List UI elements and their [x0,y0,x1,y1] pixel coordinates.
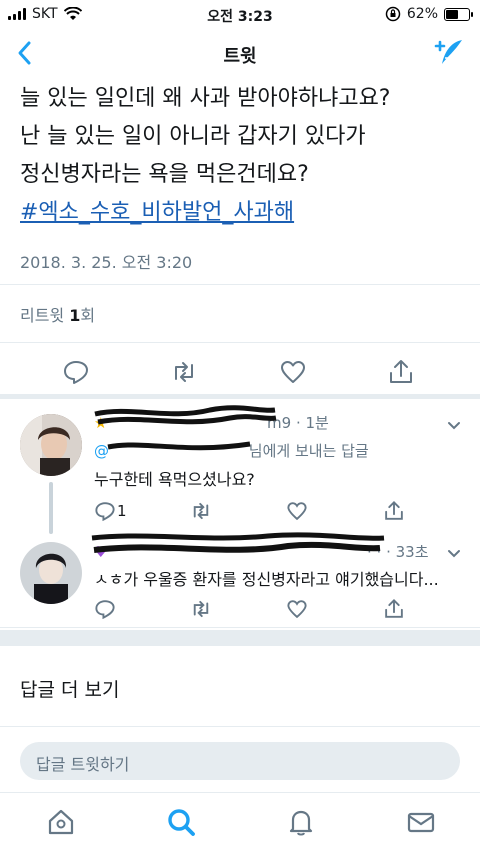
like-heart-icon[interactable] [279,358,307,386]
retweets-number: 1 [69,306,81,325]
share-icon[interactable] [387,358,415,386]
share-icon[interactable] [383,598,405,620]
reply-icon[interactable] [94,598,116,620]
tweet-actions [0,352,480,392]
reply-input[interactable]: 답글 트윗하기 [20,742,460,780]
reply-text: 누구한테 욕먹으셨나요? [94,470,255,489]
rotation-lock-icon [385,6,401,22]
home-icon[interactable] [46,807,76,837]
nav-bar: 트윗 [0,30,480,78]
chevron-down-icon[interactable] [446,546,462,562]
retweet-icon[interactable] [170,358,198,386]
retweet-count[interactable]: 리트윗 1회 [20,302,95,326]
thread-line [49,482,53,534]
reply-to-text: 님에게 보내는 답글 [248,442,369,460]
status-bar: SKT 오전 3:23 62% [0,0,480,30]
compose-feather-icon[interactable] [432,36,466,70]
chevron-down-icon[interactable] [446,418,462,434]
reply-text: ㅅㅎ가 우울증 환자를 정신병자라고 얘기했습니다... [94,570,439,589]
search-icon[interactable] [166,807,196,837]
reply-icon[interactable] [62,358,90,386]
reply-input-placeholder: 답글 트윗하기 [36,755,130,774]
battery-percent: 62% [406,6,438,22]
share-icon[interactable] [383,500,405,522]
divider [0,627,480,628]
retweets-suffix: 회 [80,306,96,325]
retweet-icon[interactable] [190,500,212,522]
redaction-scribble [91,532,385,553]
avatar[interactable] [20,542,82,604]
tweet-body: 늘 있는 일인데 왜 사과 받아야하냐고요? 난 늘 있는 일이 아니라 갑자기… [20,80,470,232]
reply-icon[interactable] [94,500,116,522]
section-divider [0,630,480,646]
notifications-bell-icon[interactable] [286,807,316,837]
tweet-line: 정신병자라는 욕을 먹은건데요? [20,162,309,187]
retweets-label: 리트윗 [20,306,65,325]
retweet-icon[interactable] [190,598,212,620]
messages-mail-icon[interactable] [406,807,436,837]
redaction-scribble [94,405,277,425]
tweet-timestamp: 2018. 3. 25. 오전 3:20 [20,253,193,272]
battery-icon [444,7,473,21]
reply-composer: 답글 트윗하기 [0,728,480,792]
section-divider [0,394,480,399]
tweet-line: 늘 있는 일인데 왜 사과 받아야하냐고요? [20,86,391,111]
reply-count: 1 [117,502,127,520]
divider [0,726,480,727]
hashtag-link[interactable]: #엑소_수호_비하발언_사과해 [20,194,470,232]
more-replies-link[interactable]: 답글 더 보기 [20,675,119,702]
like-heart-icon[interactable] [286,500,308,522]
tweet-line: 난 늘 있는 일이 아니라 갑자기 있다가 [20,124,366,149]
like-heart-icon[interactable] [286,598,308,620]
divider [0,342,480,343]
divider [0,284,480,285]
page-title: 트윗 [223,46,257,67]
avatar[interactable] [20,414,82,476]
tab-bar [0,792,480,854]
redaction-scribble [107,441,251,451]
